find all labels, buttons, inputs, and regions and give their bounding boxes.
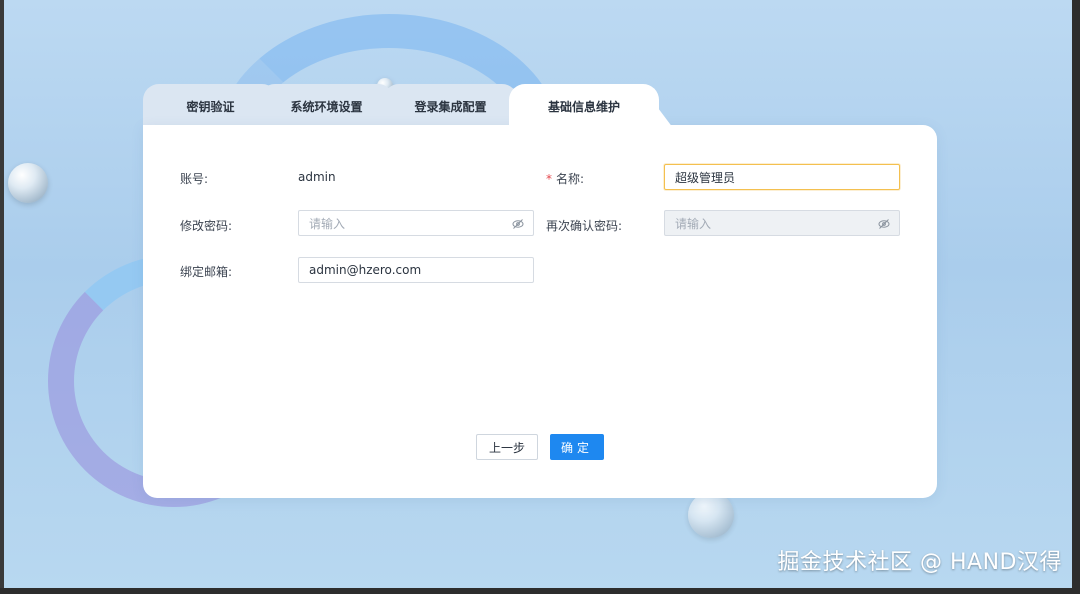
eye-hidden-icon[interactable] [512,218,524,230]
previous-step-button[interactable]: 上一步 [476,434,538,460]
email-label: 绑定邮箱: [180,265,233,279]
tab-key-verification[interactable]: 密钥验证 [143,84,278,128]
password-input[interactable]: 请输入 [298,210,534,236]
window-edge [0,588,1080,594]
name-label: * 名称: [546,172,585,186]
eye-hidden-icon[interactable] [878,218,890,230]
required-mark: * [546,172,552,186]
tab-basic-info[interactable]: 基础信息维护 [509,84,659,128]
name-input[interactable]: 超级管理员 [664,164,900,190]
watermark-text: 掘金技术社区 @ HAND汉得 [777,550,1062,575]
step-tabs: 密钥验证 系统环境设置 登录集成配置 基础信息维护 [143,84,663,128]
background-bubble [8,163,48,203]
tab-login-integration[interactable]: 登录集成配置 [383,84,518,128]
window-edge [1072,0,1080,594]
form-card: 账号: admin * 名称: 超级管理员 修改密码: 请输入 再次确认密码: 请… [143,125,937,498]
email-input[interactable]: admin@hzero.com [298,257,534,283]
confirm-password-label: 再次确认密码: [546,219,623,233]
password-label: 修改密码: [180,219,233,233]
account-value: admin [298,170,336,184]
account-label: 账号: [180,172,209,186]
confirm-password-input[interactable]: 请输入 [664,210,900,236]
window-edge [0,0,4,594]
background-bubble [688,492,734,538]
confirm-button[interactable]: 确定 [550,434,604,460]
tab-system-environment[interactable]: 系统环境设置 [259,84,394,128]
